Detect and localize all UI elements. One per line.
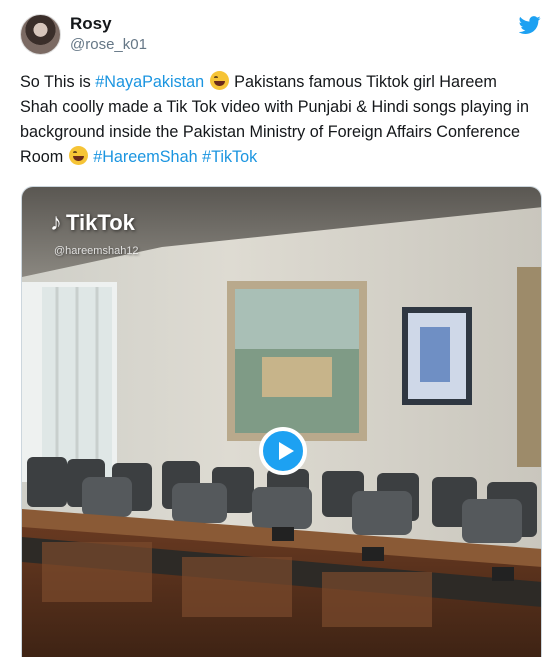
tweet-header: Rosy @rose_k01 — [20, 12, 541, 60]
tweet-text: So This is #NayaPakistan Pakistans famou… — [20, 70, 530, 170]
hashtag-hareemshah[interactable]: #HareemShah — [93, 148, 197, 166]
video-frame — [22, 187, 541, 657]
face-with-tears-of-joy-icon — [209, 71, 229, 90]
user-names[interactable]: Rosy @rose_k01 — [70, 13, 147, 55]
display-name[interactable]: Rosy — [70, 13, 147, 35]
tiktok-watermark: ♪ TikTok — [50, 209, 135, 237]
tiktok-watermark-user: @hareemshah12 — [54, 245, 139, 257]
tweet-text-part: So This is — [20, 73, 96, 91]
video-thumbnail[interactable]: ♪ TikTok @hareemshah12 — [21, 186, 542, 657]
twitter-bird-icon[interactable] — [519, 14, 541, 36]
hashtag-nayapakistan[interactable]: #NayaPakistan — [95, 73, 204, 91]
hashtag-tiktok[interactable]: #TikTok — [202, 148, 257, 166]
avatar[interactable] — [20, 14, 61, 55]
play-icon[interactable] — [259, 427, 307, 475]
tiktok-note-icon: ♪ — [50, 209, 62, 236]
face-with-tears-of-joy-icon — [68, 146, 88, 165]
user-handle[interactable]: @rose_k01 — [70, 35, 147, 55]
tiktok-watermark-label: TikTok — [66, 210, 135, 235]
